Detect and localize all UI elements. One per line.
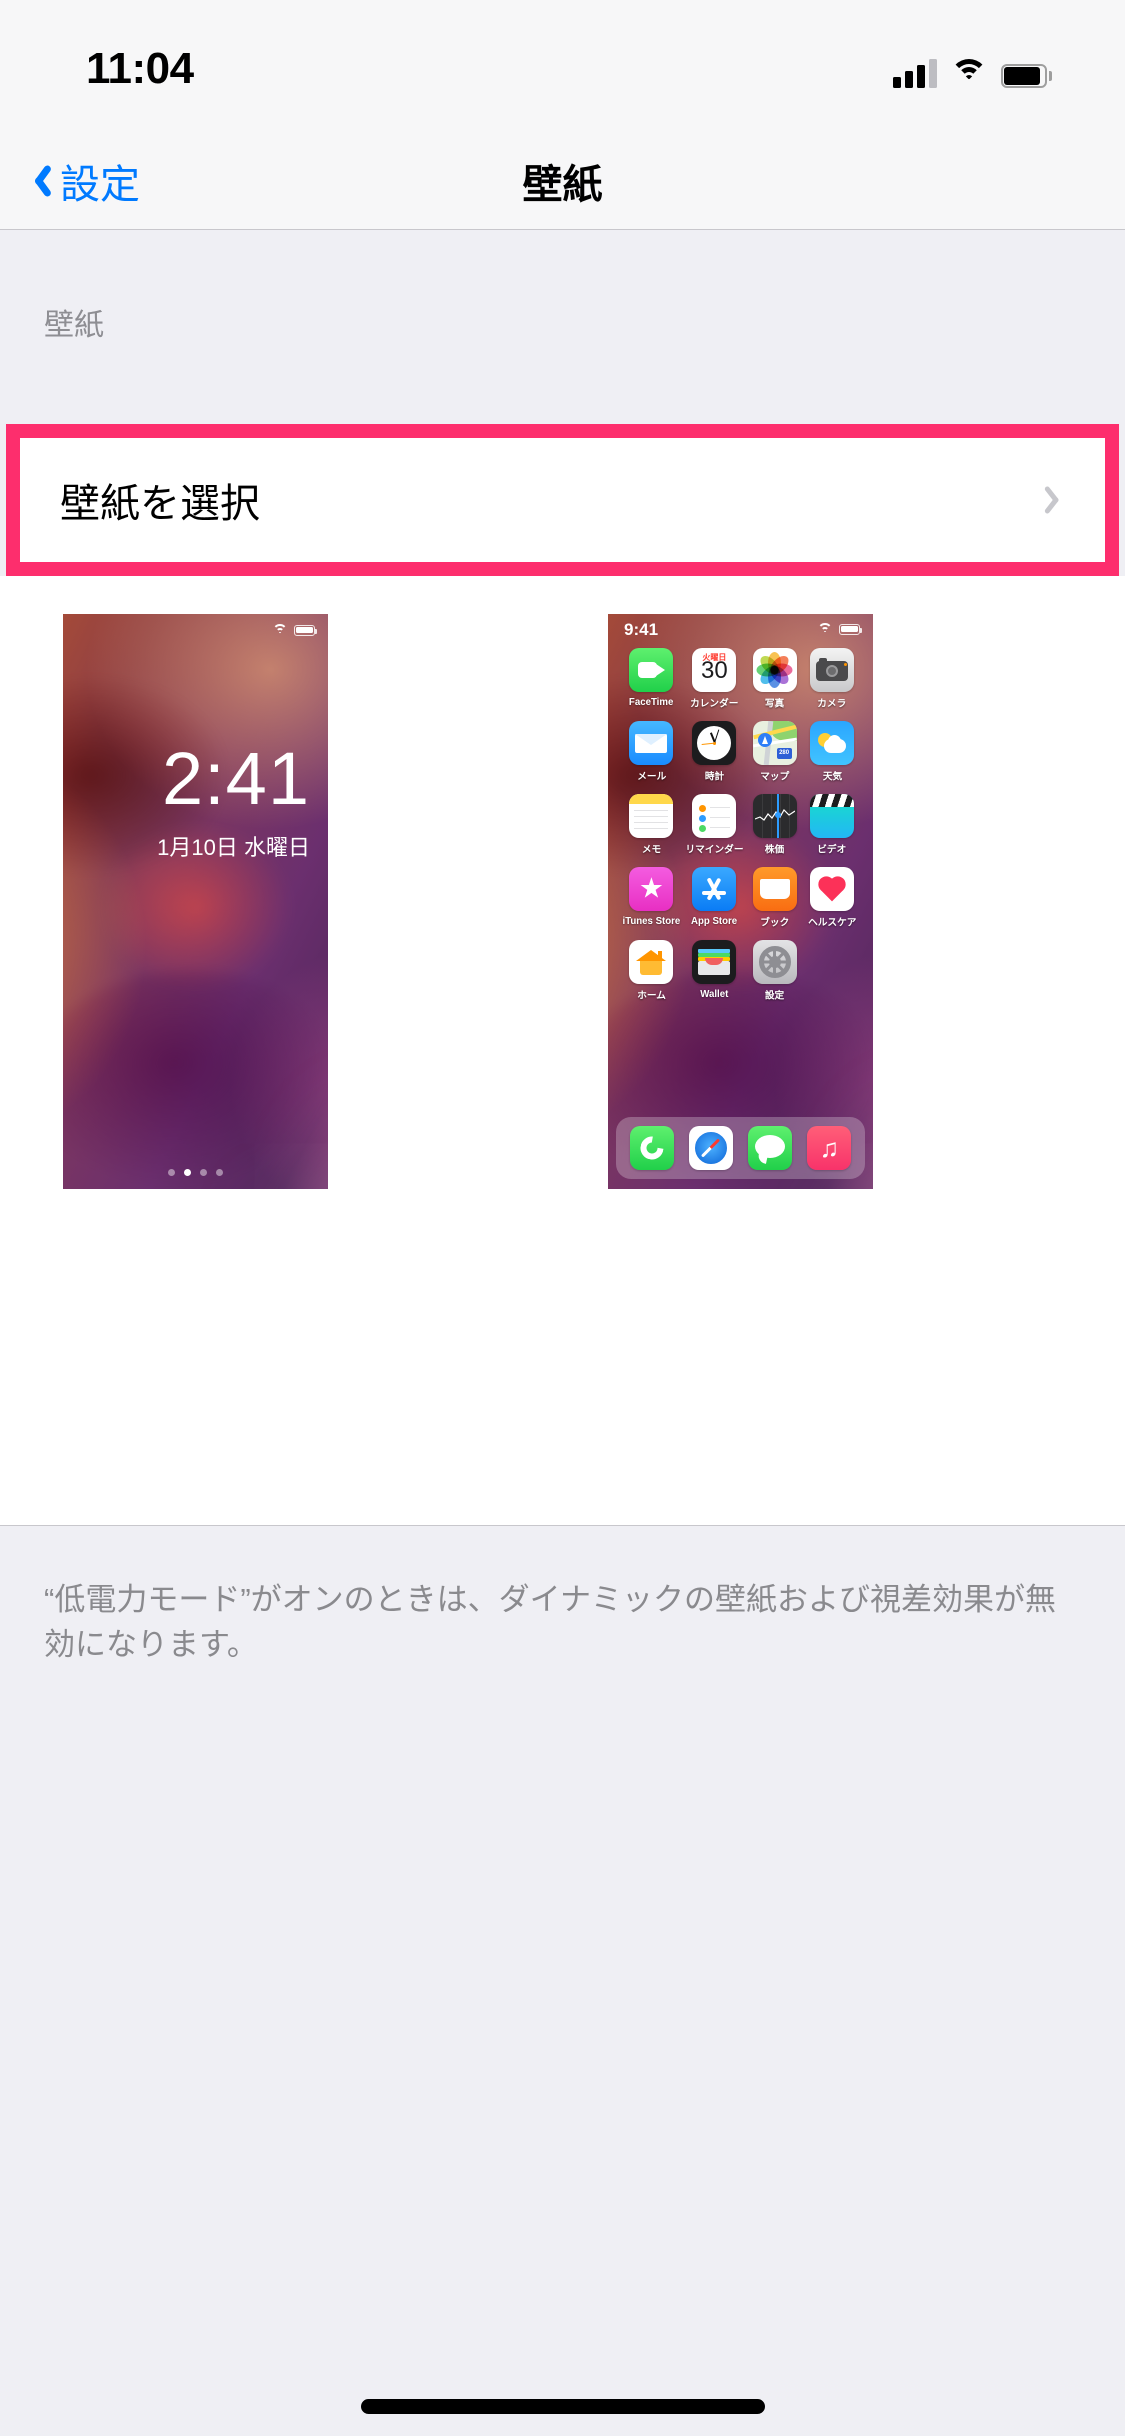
app-stocks[interactable]: 株価 — [746, 794, 804, 857]
wallet-icon — [692, 940, 737, 984]
app-label: ホーム — [637, 990, 666, 1002]
lock-screen-preview[interactable]: 2:41 1月10日 水曜日 — [63, 614, 328, 1189]
status-bar-indicators — [893, 50, 1052, 88]
weather-icon — [810, 721, 855, 765]
itunes-store-icon: ★ — [629, 867, 674, 911]
wifi-icon — [950, 59, 988, 88]
app-mail[interactable]: メール — [620, 721, 683, 784]
app-home[interactable]: ホーム — [620, 940, 683, 1003]
app-store-icon — [692, 867, 737, 911]
videos-icon — [810, 794, 855, 838]
notes-icon — [629, 794, 674, 838]
app-label: ヘルスケア — [808, 917, 857, 929]
app-calendar[interactable]: 火曜日 30 カレンダー — [683, 648, 746, 711]
mail-icon — [629, 721, 674, 765]
highlight-annotation: 壁紙を選択 — [6, 424, 1119, 576]
app-reminders[interactable]: リマインダー — [683, 794, 746, 857]
app-label: ビデオ — [817, 844, 847, 856]
wallpaper-previews: 2:41 1月10日 水曜日 9:41 FaceTime 火曜日 30 カレンダ… — [0, 576, 1125, 1526]
health-icon — [810, 867, 855, 911]
app-label: 株価 — [764, 844, 785, 856]
app-notes[interactable]: メモ — [620, 794, 683, 857]
app-label: カレンダー — [690, 698, 739, 710]
lock-preview-time: 2:41 — [161, 737, 310, 820]
row-choose-wallpaper[interactable]: 壁紙を選択 — [20, 438, 1105, 562]
home-screen-dock: ♫ — [616, 1117, 865, 1179]
app-weather[interactable]: 天気 — [803, 721, 861, 784]
home-screen-preview[interactable]: 9:41 FaceTime 火曜日 30 カレンダー 写真 カメラ メール 時計… — [608, 614, 873, 1189]
stocks-icon — [752, 794, 797, 838]
safari-icon[interactable] — [688, 1126, 733, 1170]
wifi-icon — [272, 624, 287, 636]
app-label: ブック — [760, 917, 790, 929]
lock-preview-status-bar — [272, 624, 318, 636]
app-itunes-store[interactable]: ★ iTunes Store — [620, 867, 683, 930]
app-label: 設定 — [764, 990, 785, 1002]
chevron-right-icon — [1047, 483, 1065, 517]
app-label: App Store — [691, 915, 738, 927]
clock-icon — [692, 721, 737, 765]
app-label: メール — [636, 771, 666, 783]
app-label: カメラ — [817, 698, 847, 710]
app-books[interactable]: ブック — [746, 867, 804, 930]
app-label: Wallet — [700, 988, 729, 1000]
app-health[interactable]: ヘルスケア — [803, 867, 861, 930]
iphone-screen: 11:04 設定 壁紙 壁紙 壁紙を選択 2:41 1月10日 水曜日 9:41… — [0, 0, 1125, 2436]
app-app-store[interactable]: App Store — [683, 867, 746, 930]
home-indicator[interactable] — [360, 2399, 765, 2414]
app-wallet[interactable]: Wallet — [683, 940, 746, 1003]
status-bar-time: 11:04 — [86, 44, 194, 93]
home-screen-app-grid: FaceTime 火曜日 30 カレンダー 写真 カメラ メール 時計 280 … — [608, 648, 873, 1003]
app-maps[interactable]: 280 マップ — [746, 721, 804, 784]
app-label: FaceTime — [629, 696, 674, 708]
app-label: 天気 — [822, 771, 842, 783]
row-choose-wallpaper-label: 壁紙を選択 — [60, 482, 260, 526]
phone-icon[interactable] — [629, 1126, 674, 1170]
maps-route-badge: 280 — [776, 748, 792, 759]
page-dots — [63, 1169, 328, 1176]
lock-screen-wallpaper-image — [63, 614, 328, 1189]
app-label: 時計 — [704, 771, 724, 783]
home-app-icon — [629, 940, 674, 984]
app-grid-empty-slot — [803, 940, 861, 1003]
battery-icon — [294, 624, 318, 636]
app-clock[interactable]: 時計 — [683, 721, 746, 784]
app-label: iTunes Store — [622, 915, 681, 927]
battery-icon — [1001, 64, 1052, 88]
home-preview-status-bar: 9:41 — [608, 620, 873, 640]
camera-icon — [810, 648, 855, 692]
reminders-icon — [692, 794, 737, 838]
settings-icon — [752, 940, 797, 984]
books-icon — [752, 867, 797, 911]
section-header-wallpaper: 壁紙 — [44, 309, 104, 342]
calendar-icon: 火曜日 30 — [692, 648, 737, 692]
photos-icon — [752, 648, 797, 692]
footer-note: “低電力モード”がオンのときは、ダイナミックの壁紙および視差効果が無効になります… — [44, 1582, 1057, 1662]
app-photos[interactable]: 写真 — [746, 648, 804, 711]
wifi-icon — [817, 623, 832, 635]
messages-icon[interactable] — [748, 1126, 793, 1170]
lock-preview-date: 1月10日 水曜日 — [157, 835, 310, 860]
battery-icon — [839, 623, 863, 635]
app-facetime[interactable]: FaceTime — [620, 648, 683, 711]
maps-icon: 280 — [752, 721, 797, 765]
status-bar: 11:04 — [0, 0, 1125, 132]
facetime-icon — [629, 648, 674, 692]
app-videos[interactable]: ビデオ — [803, 794, 861, 857]
music-icon[interactable]: ♫ — [807, 1126, 852, 1170]
navigation-bar: 設定 壁紙 — [0, 132, 1125, 230]
app-settings[interactable]: 設定 — [746, 940, 804, 1003]
home-preview-time: 9:41 — [624, 620, 659, 639]
app-camera[interactable]: カメラ — [803, 648, 861, 711]
app-label: リマインダー — [685, 844, 744, 856]
app-label: メモ — [641, 844, 662, 856]
calendar-day: 30 — [700, 657, 728, 684]
page-title: 壁紙 — [522, 162, 603, 207]
app-label: マップ — [760, 771, 790, 783]
cellular-signal-icon — [893, 58, 937, 88]
app-label: 写真 — [764, 698, 785, 710]
